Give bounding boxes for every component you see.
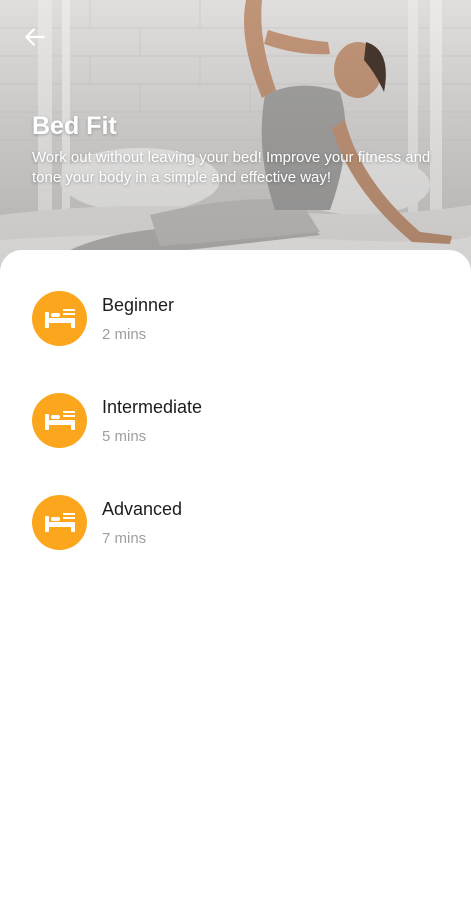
level-item-advanced[interactable]: Advanced 7 mins — [0, 494, 471, 552]
level-sheet: Beginner 2 mins Intermediate 5 mins Adva… — [0, 250, 471, 900]
page-description: Work out without leaving your bed! Impro… — [32, 149, 431, 186]
level-name: Intermediate — [102, 397, 203, 417]
level-list: Beginner 2 mins Intermediate 5 mins Adva… — [0, 290, 471, 596]
bed-icon — [32, 393, 87, 448]
level-name: Beginner — [102, 295, 175, 315]
level-name: Advanced — [102, 499, 183, 519]
hero-banner: Bed Fit Work out without leaving your be… — [0, 0, 471, 290]
hero-overlay — [0, 0, 471, 290]
level-duration: 2 mins — [102, 326, 147, 343]
bed-icon — [32, 291, 87, 346]
bed-fit-screen: Bed Fit Work out without leaving your be… — [0, 0, 471, 900]
level-item-beginner[interactable]: Beginner 2 mins — [0, 290, 471, 348]
level-duration: 5 mins — [102, 428, 147, 445]
level-duration: 7 mins — [102, 530, 147, 547]
page-title: Bed Fit — [32, 112, 117, 140]
level-item-intermediate[interactable]: Intermediate 5 mins — [0, 392, 471, 450]
arrow-left-icon — [25, 28, 45, 46]
back-button[interactable] — [18, 20, 52, 54]
bed-icon — [32, 495, 87, 550]
